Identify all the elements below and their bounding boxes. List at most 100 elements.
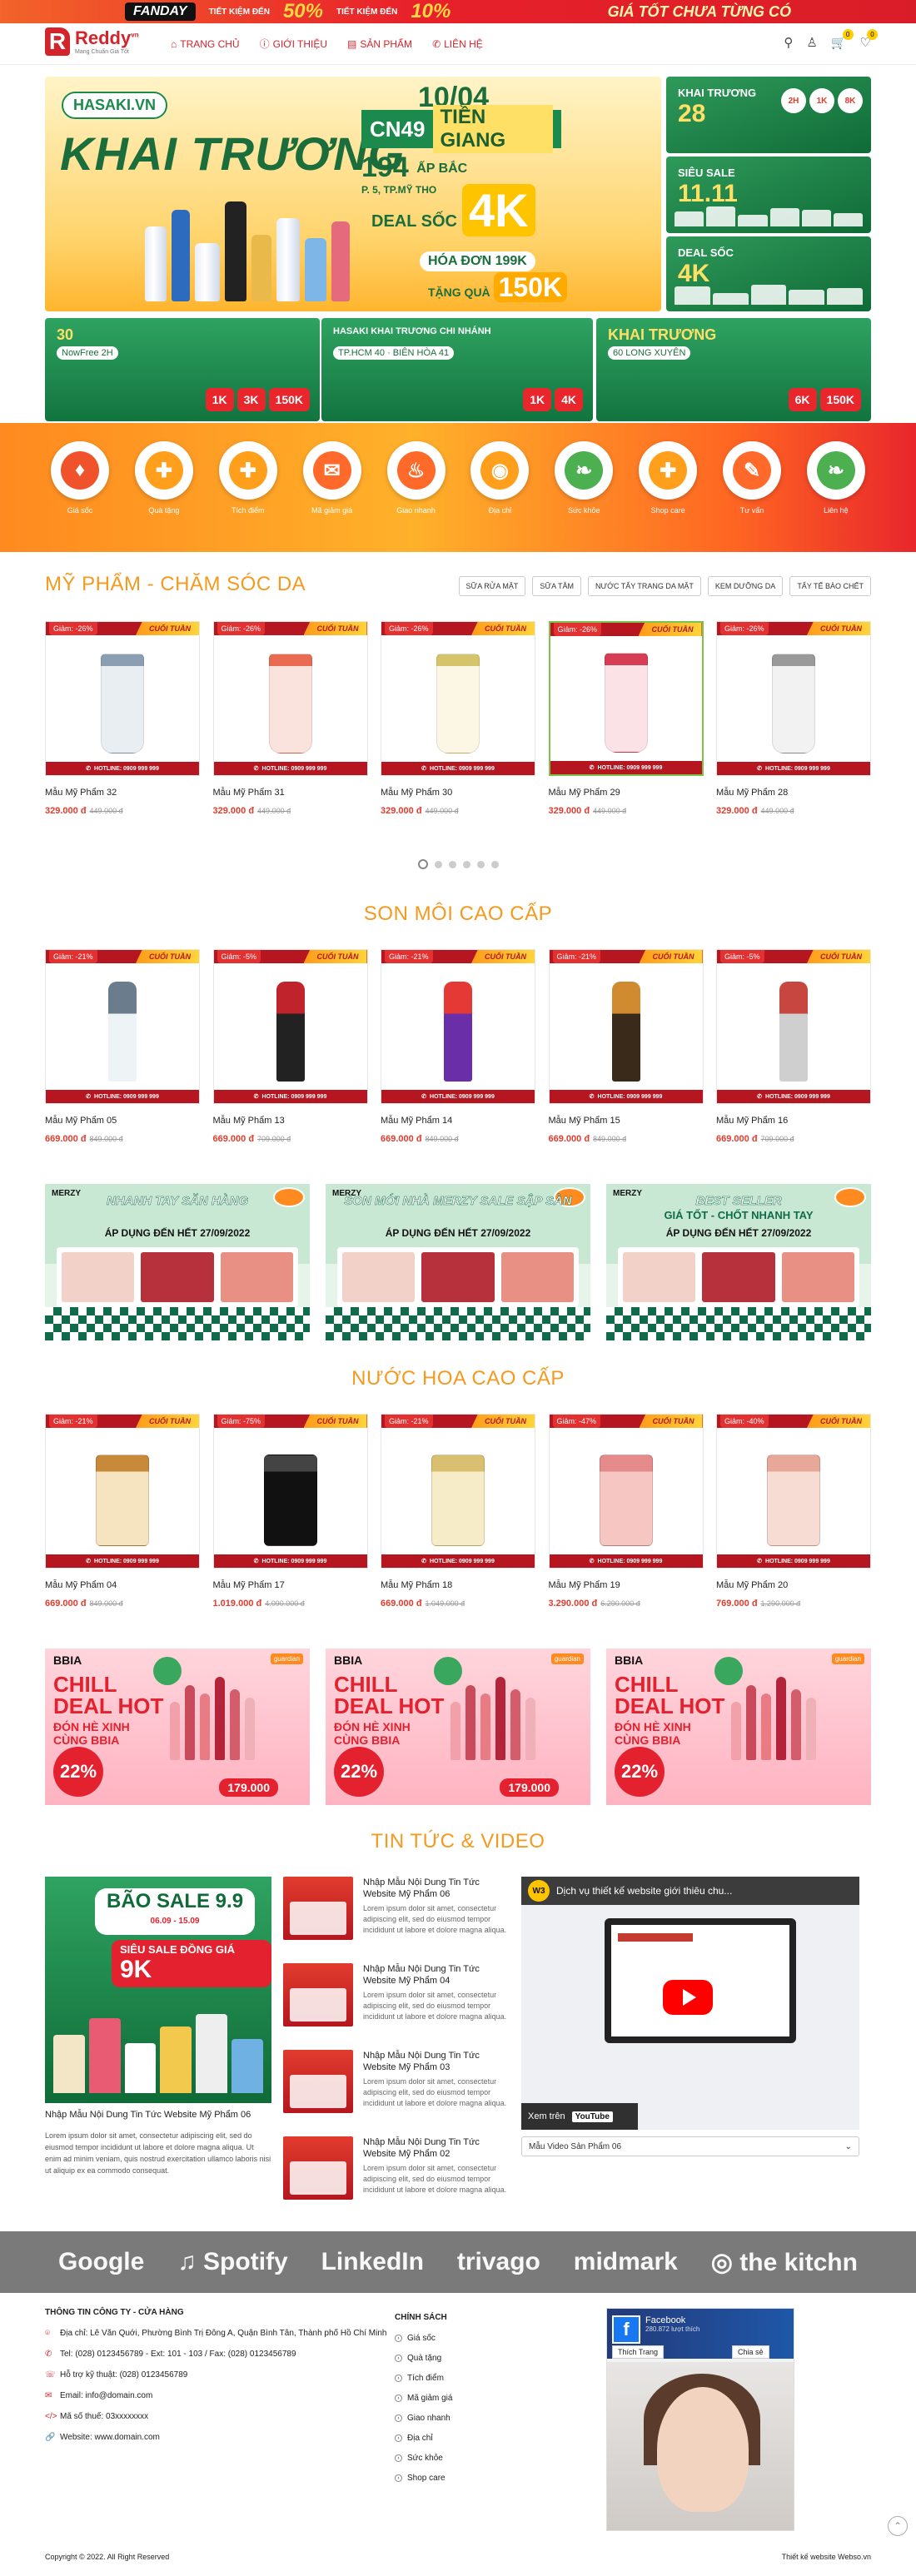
dot-3[interactable] [448,861,456,868]
video-select[interactable]: Mẫu Video Sản Phẩm 06 ⌄ [521,2136,859,2156]
news-title[interactable]: Nhập Mẫu Nội Dung Tin Tức Website Mỹ Phẩ… [363,1877,508,1900]
footer-website[interactable]: 🔗 Website: www.domain.com [45,2433,395,2442]
dot-4[interactable] [462,861,470,868]
product-card[interactable]: Giảm: -21% CUỐI TUẦN ✆ HOTLINE: 0909 999 99… [548,949,704,1144]
product-image[interactable]: Giảm: -26% CUỐI TUẦN ✆ HOTLINE: 0909 999 99… [212,621,368,776]
product-card[interactable]: Giảm: -26% CUỐI TUẦN ✆ HOTLINE: 0909 999 99… [716,621,871,816]
bbia-banner-1[interactable]: BBIA guardian CHILL DEAL HOT ĐÓN HÈ XINH CÙNG… [326,1649,590,1805]
top-promo-strip[interactable]: FANDAY TIẾT KIỆM ĐẾN 50% TIẾT KIỆM ĐẾN 1… [0,0,916,23]
product-name[interactable]: Mẫu Mỹ Phẩm 18 [381,1580,535,1590]
news-item[interactable]: Nhập Mẫu Nội Dung Tin Tức Website Mỹ Phẩ… [283,2050,508,2128]
product-image[interactable]: Giảm: -47% CUỐI TUẦN ✆ HOTLINE: 0909 999 99… [548,1414,704,1569]
merzy-banner-0[interactable]: MERZY NHANH TAY SĂN HÀNG ÁP DỤNG ĐẾN HẾT 2… [45,1184,310,1340]
product-card[interactable]: Giảm: -40% CUỐI TUẦN ✆ HOTLINE: 0909 999 99… [716,1414,871,1609]
scroll-top-button[interactable]: ⌃ [888,2516,908,2536]
news-thumb[interactable] [283,2050,353,2113]
wishlist-icon[interactable]: ♡ 0 [860,29,878,50]
product-card[interactable]: Giảm: -26% CUỐI TUẦN ✆ HOTLINE: 0909 999 99… [45,621,200,816]
policy-link[interactable]: › Mã giảm giá [395,2394,561,2403]
product-name[interactable]: Mẫu Mỹ Phẩm 13 [213,1116,368,1126]
news-thumb[interactable] [283,2136,353,2200]
dot-1[interactable] [417,859,428,869]
news-title[interactable]: Nhập Mẫu Nội Dung Tin Tức Website Mỹ Phẩ… [363,2050,508,2073]
category-item-1[interactable]: ✚ Quà tặng [129,441,199,515]
product-image[interactable]: Giảm: -21% CUỐI TUẦN ✆ HOTLINE: 0909 999 99… [548,949,704,1104]
product-image[interactable]: Giảm: -21% CUỐI TUẦN ✆ HOTLINE: 0909 999 99… [45,949,200,1104]
hero-banner[interactable]: HASAKI.VN KHAI TRƯƠNG 10/04 CN49 TIỀN GIA… [45,77,661,311]
search-icon[interactable]: ⚲ [784,35,793,50]
category-item-0[interactable]: ♦ Giá sốc [45,441,115,515]
dot-6[interactable] [490,861,499,868]
promo-banner-3[interactable]: KHAI TRƯƠNG 60 LONG XUYÊN 6K 150K [596,318,871,421]
product-name[interactable]: Mẫu Mỹ Phẩm 15 [549,1116,704,1126]
cart-icon[interactable]: 🛒 0 [831,29,854,50]
policy-link[interactable]: › Shop care [395,2474,561,2483]
policy-link[interactable]: › Quà tặng [395,2354,561,2363]
cosmetics-tab-3[interactable]: KEM DƯỠNG DA [707,576,784,596]
product-name[interactable]: Mẫu Mỹ Phẩm 30 [381,788,535,798]
news-item[interactable]: Nhập Mẫu Nội Dung Tin Tức Website Mỹ Phẩ… [283,1963,508,2041]
nav-item-3[interactable]: ✆ LIÊN HỆ [432,37,483,51]
product-card[interactable]: Giảm: -5% CUỐI TUẦN ✆ HOTLINE: 0909 999 999… [212,949,368,1144]
merzy-banner-1[interactable]: MERZY SON MỚI NHÀ MERZY SALE SẬP SÀN ÁP DỤ… [326,1184,590,1340]
watch-on-youtube[interactable]: Xem trên YouTube [521,2103,638,2130]
news-item[interactable]: Nhập Mẫu Nội Dung Tin Tức Website Mỹ Phẩ… [283,2136,508,2215]
partner-logo-2[interactable]: LinkedIn [321,2248,424,2276]
policy-link[interactable]: › Giá sốc [395,2334,561,2343]
user-icon[interactable]: ♙ [806,35,817,50]
partner-logo-5[interactable]: ◎ the kitchn [711,2248,858,2277]
cosmetics-tab-1[interactable]: SỮA TẮM [532,576,581,596]
promo-banner-2[interactable]: HASAKI KHAI TRƯƠNG CHI NHÁNH TP.HCM 40 ·… [321,318,593,421]
cosmetics-tab-0[interactable]: SỮA RỬA MẶT [458,576,526,596]
product-name[interactable]: Mẫu Mỹ Phẩm 16 [716,1116,871,1126]
product-name[interactable]: Mẫu Mỹ Phẩm 14 [381,1116,535,1126]
category-item-7[interactable]: ✚ Shop care [633,441,703,515]
product-card[interactable]: Giảm: -21% CUỐI TUẦN ✆ HOTLINE: 0909 999 99… [381,949,535,1144]
partner-logo-1[interactable]: ♫ Spotify [177,2248,288,2276]
partner-logo-4[interactable]: midmark [574,2248,678,2276]
policy-link[interactable]: › Sức khỏe [395,2454,561,2463]
product-name[interactable]: Mẫu Mỹ Phẩm 28 [716,788,871,798]
nav-item-2[interactable]: ▤ SẢN PHẨM [347,37,412,51]
product-image[interactable]: Giảm: -5% CUỐI TUẦN ✆ HOTLINE: 0909 999 999 [716,949,871,1104]
news-thumb[interactable] [283,1963,353,2026]
product-name[interactable]: Mẫu Mỹ Phẩm 32 [45,788,200,798]
category-item-6[interactable]: ❧ Sức khỏe [549,441,619,515]
side-banner-3[interactable]: DEAL SỐC 4K [666,236,871,311]
product-name[interactable]: Mẫu Mỹ Phẩm 29 [549,788,704,798]
side-banner-1[interactable]: KHAI TRƯƠNG 28 2H 1K 8K [666,77,871,153]
cosmetics-tab-4[interactable]: TẨY TẾ BÀO CHẾT [789,576,871,596]
bbia-banner-2[interactable]: BBIA guardian CHILL DEAL HOT ĐÓN HÈ XINH CÙNG… [606,1649,871,1805]
product-card[interactable]: Giảm: -5% CUỐI TUẦN ✆ HOTLINE: 0909 999 999… [716,949,871,1144]
product-image[interactable]: Giảm: -26% CUỐI TUẦN ✆ HOTLINE: 0909 999 99… [548,621,704,776]
news-thumb[interactable] [283,1877,353,1940]
product-card[interactable]: Giảm: -21% CUỐI TUẦN ✆ HOTLINE: 0909 999 99… [381,1414,535,1609]
footer-email[interactable]: ✉ Email: info@domain.com [45,2391,395,2400]
facebook-page-name[interactable]: Facebook 280.872 lượt thích [645,2315,699,2333]
product-name[interactable]: Mẫu Mỹ Phẩm 04 [45,1580,200,1590]
policy-link[interactable]: › Giao nhanh [395,2414,561,2423]
product-card[interactable]: Giảm: -26% CUỐI TUẦN ✆ HOTLINE: 0909 999 99… [548,621,704,816]
product-card[interactable]: Giảm: -21% CUỐI TUẦN ✆ HOTLINE: 0909 999 99… [45,949,200,1144]
news-title[interactable]: Nhập Mẫu Nội Dung Tin Tức Website Mỹ Phẩ… [363,2136,508,2160]
category-item-5[interactable]: ◉ Địa chỉ [465,441,535,515]
product-card[interactable]: Giảm: -26% CUỐI TUẦN ✆ HOTLINE: 0909 999 99… [381,621,535,816]
site-logo[interactable]: R Reddyvn Mang Chuẩn Giá Tốt [45,27,153,61]
video-title[interactable]: Dịch vụ thiết kế website giới thiêu chu.… [556,1885,732,1897]
product-name[interactable]: Mẫu Mỹ Phẩm 20 [716,1580,871,1590]
product-name[interactable]: Mẫu Mỹ Phẩm 19 [549,1580,704,1590]
category-item-9[interactable]: ❧ Liên hệ [801,441,871,515]
product-image[interactable]: Giảm: -26% CUỐI TUẦN ✆ HOTLINE: 0909 999 99… [716,621,871,776]
product-name[interactable]: Mẫu Mỹ Phẩm 31 [213,788,368,798]
product-card[interactable]: Giảm: -21% CUỐI TUẦN ✆ HOTLINE: 0909 999 99… [45,1414,200,1609]
nav-item-1[interactable]: ⓘ GIỚI THIỆU [260,37,327,51]
design-credit[interactable]: Thiết kế website Webso.vn [782,2553,871,2561]
product-image[interactable]: Giảm: -21% CUỐI TUẦN ✆ HOTLINE: 0909 999 99… [381,949,535,1104]
nav-item-0[interactable]: ⌂ TRANG CHỦ [171,37,240,51]
partner-logo-0[interactable]: Google [58,2248,144,2276]
product-image[interactable]: Giảm: -21% CUỐI TUẦN ✆ HOTLINE: 0909 999 99… [45,1414,200,1569]
news-item[interactable]: Nhập Mẫu Nội Dung Tin Tức Website Mỹ Phẩ… [283,1877,508,1955]
product-image[interactable]: Giảm: -21% CUỐI TUẦN ✆ HOTLINE: 0909 999 99… [381,1414,535,1569]
product-image[interactable]: Giảm: -26% CUỐI TUẦN ✆ HOTLINE: 0909 999 99… [381,621,535,776]
news-featured-image[interactable]: BÃO SALE 9.9 06.09 - 15.09 SIÊU SALE ĐỒNG… [45,1877,271,2103]
